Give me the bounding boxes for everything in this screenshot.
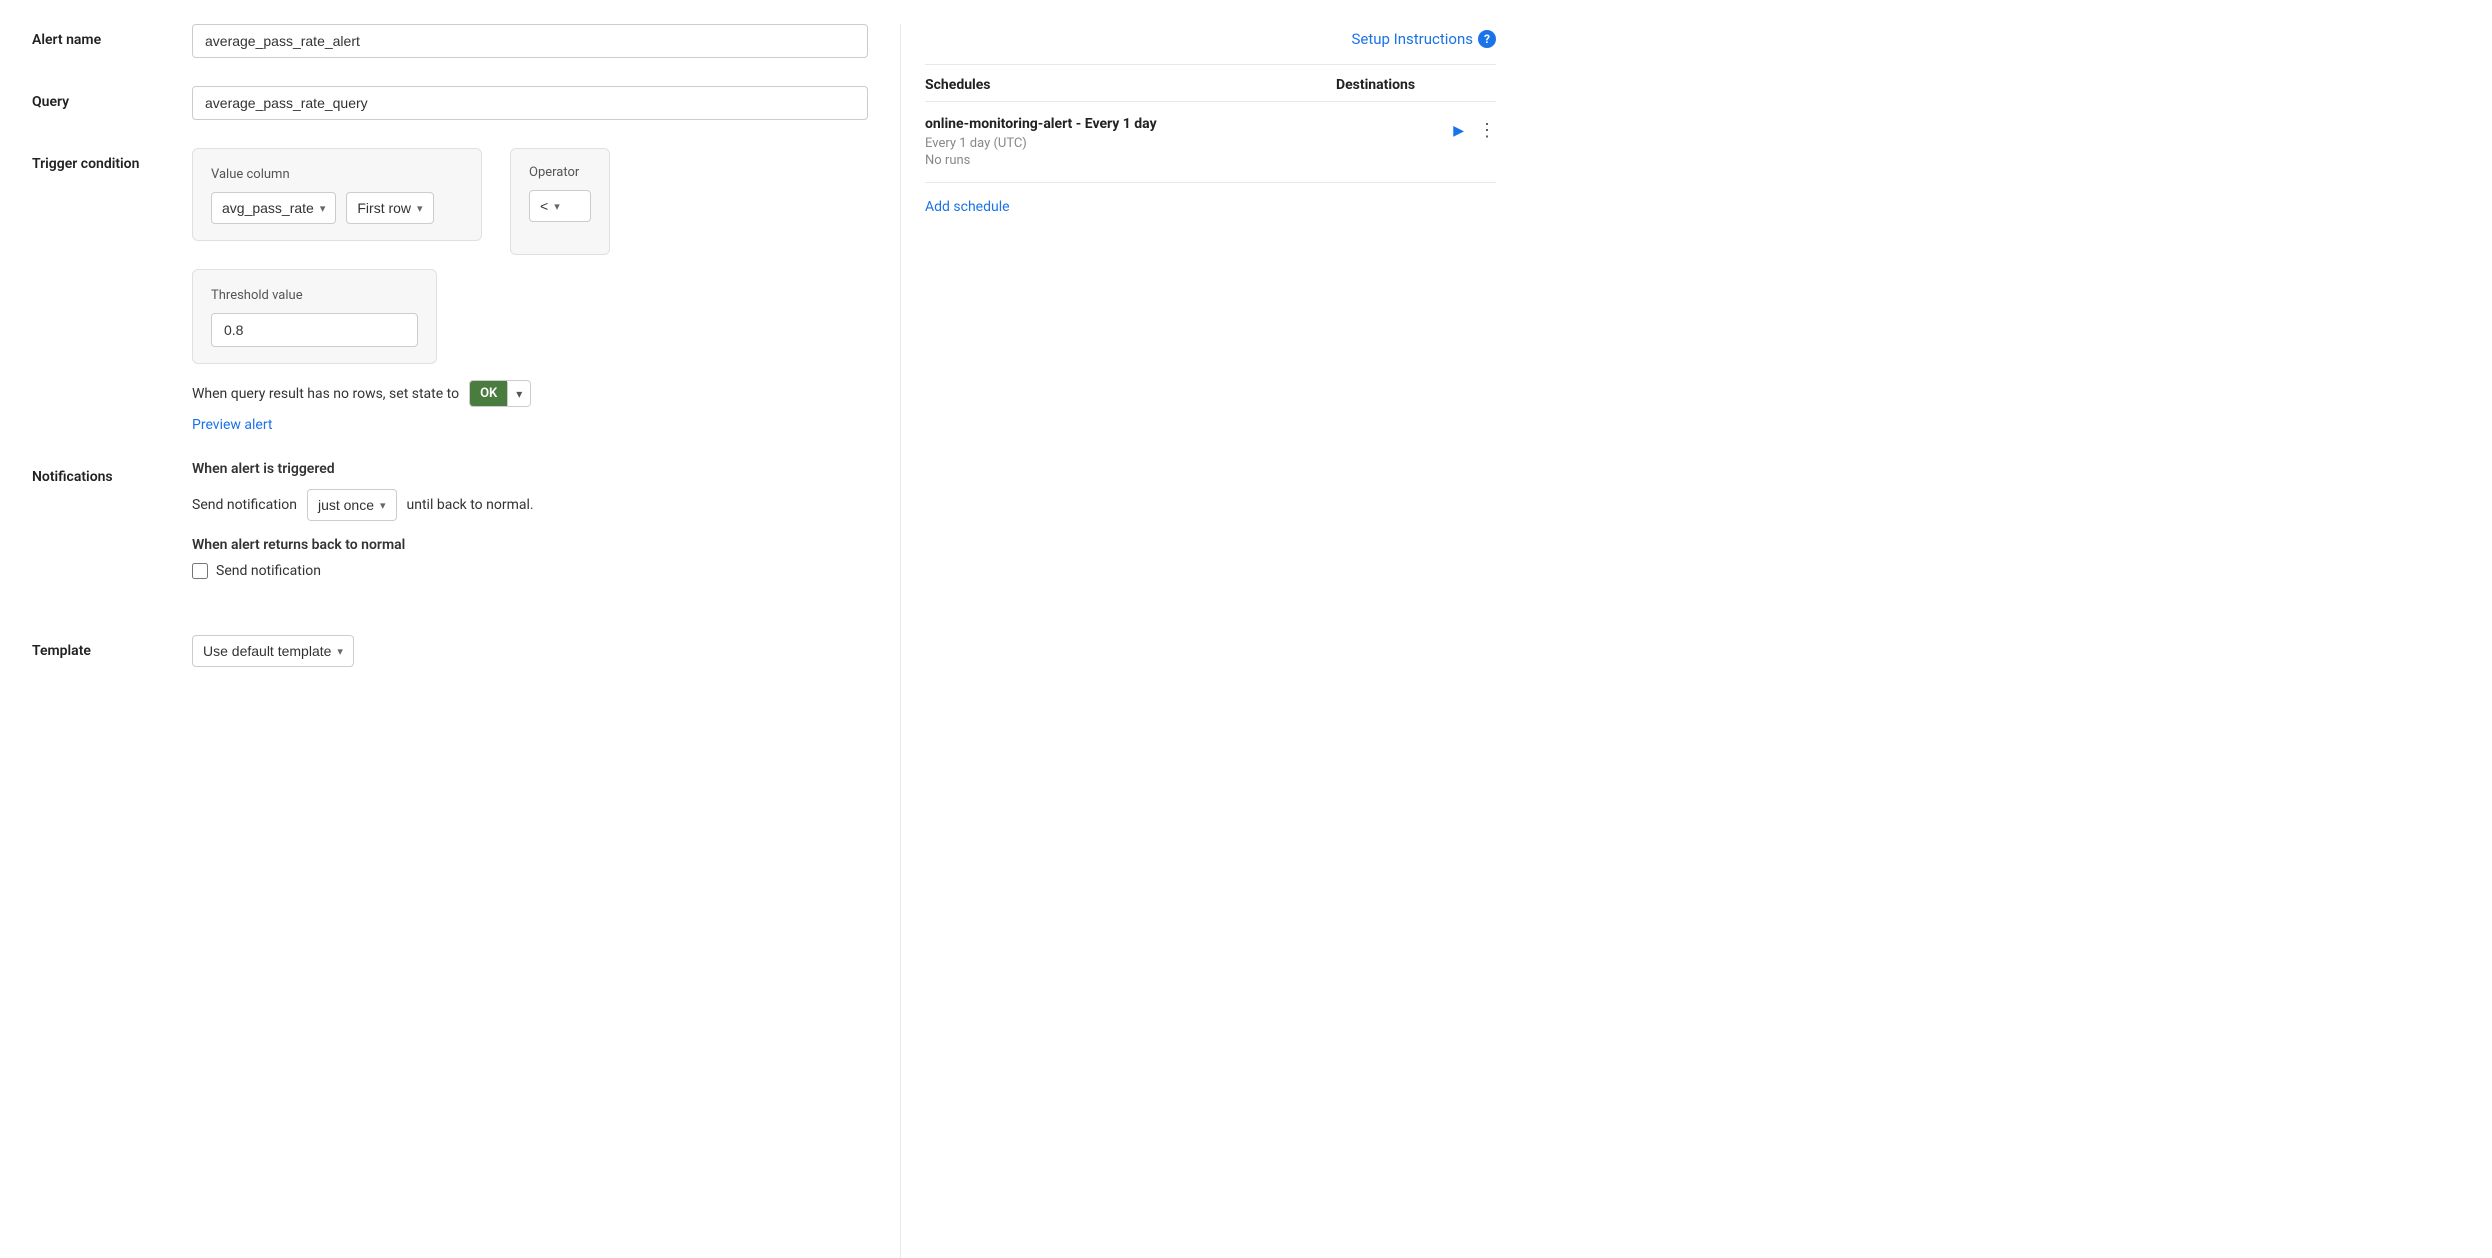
trigger-condition-label: Trigger condition bbox=[32, 148, 192, 172]
schedule-name: online-monitoring-alert - Every 1 day bbox=[925, 116, 1453, 132]
threshold-value-label: Threshold value bbox=[211, 288, 418, 303]
schedule-play-button[interactable]: ▶ bbox=[1453, 122, 1464, 139]
preview-alert-link[interactable]: Preview alert bbox=[192, 417, 273, 433]
alert-name-label: Alert name bbox=[32, 24, 192, 48]
when-back-to-normal-label: When alert returns back to normal bbox=[192, 537, 868, 553]
template-chevron-icon: ▾ bbox=[337, 645, 343, 658]
alert-name-input[interactable] bbox=[192, 24, 868, 58]
back-to-normal-checkbox[interactable] bbox=[192, 563, 208, 579]
notifications-label: Notifications bbox=[32, 461, 192, 485]
destinations-column-header: Destinations bbox=[1336, 77, 1496, 93]
threshold-value-input[interactable] bbox=[211, 313, 418, 347]
schedule-more-button[interactable]: ⋮ bbox=[1478, 120, 1496, 141]
when-triggered-label: When alert is triggered bbox=[192, 461, 868, 477]
row-selector-dropdown[interactable]: First row ▾ bbox=[346, 192, 433, 224]
help-circle-icon: ? bbox=[1478, 30, 1496, 48]
send-notification-text: Send notification bbox=[192, 497, 297, 513]
no-rows-state-dropdown[interactable]: OK ▾ bbox=[469, 380, 531, 407]
template-label: Template bbox=[32, 635, 192, 659]
frequency-chevron-icon: ▾ bbox=[380, 499, 386, 512]
setup-instructions-link[interactable]: Setup Instructions ? bbox=[1351, 30, 1496, 48]
value-column-dropdown[interactable]: avg_pass_rate ▾ bbox=[211, 192, 336, 224]
schedule-item: online-monitoring-alert - Every 1 day Ev… bbox=[925, 102, 1496, 183]
back-to-normal-send-notification-label: Send notification bbox=[216, 563, 321, 579]
value-column-chevron-icon: ▾ bbox=[320, 202, 326, 215]
row-selector-chevron-icon: ▾ bbox=[417, 202, 423, 215]
operator-selected: < bbox=[540, 198, 548, 214]
value-column-label: Value column bbox=[211, 167, 463, 182]
add-schedule-link[interactable]: Add schedule bbox=[925, 183, 1010, 215]
value-column-selected: avg_pass_rate bbox=[222, 200, 314, 216]
row-selector-selected: First row bbox=[357, 200, 411, 216]
setup-instructions-text: Setup Instructions bbox=[1351, 30, 1473, 48]
operator-label: Operator bbox=[529, 165, 591, 180]
no-rows-state-chevron-icon: ▾ bbox=[507, 382, 530, 406]
operator-chevron-icon: ▾ bbox=[554, 200, 560, 213]
until-back-to-normal-text: until back to normal. bbox=[407, 497, 534, 513]
schedules-column-header: Schedules bbox=[925, 77, 1336, 93]
schedule-runs: No runs bbox=[925, 153, 1453, 168]
notification-frequency-dropdown[interactable]: just once ▾ bbox=[307, 489, 397, 521]
query-input[interactable] bbox=[192, 86, 868, 120]
notification-frequency-selected: just once bbox=[318, 497, 374, 513]
operator-dropdown[interactable]: < ▾ bbox=[529, 190, 591, 222]
template-selected: Use default template bbox=[203, 643, 331, 659]
schedule-frequency: Every 1 day (UTC) bbox=[925, 136, 1453, 151]
template-dropdown[interactable]: Use default template ▾ bbox=[192, 635, 354, 667]
no-rows-text: When query result has no rows, set state… bbox=[192, 386, 459, 402]
no-rows-state-badge: OK bbox=[470, 381, 507, 406]
query-label: Query bbox=[32, 86, 192, 110]
